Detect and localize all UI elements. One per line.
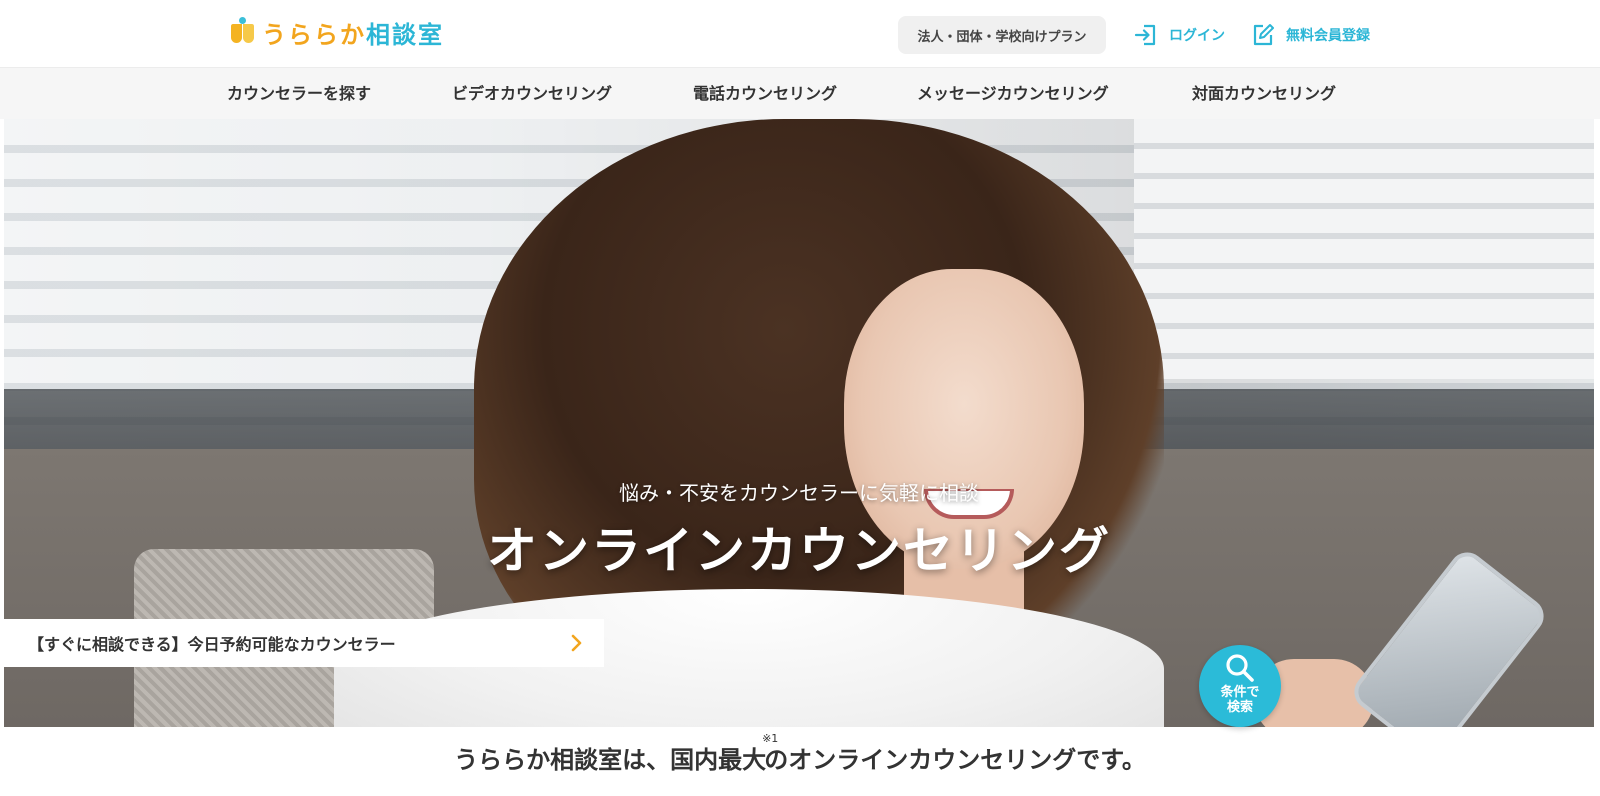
hero-tagline: 悩み・不安をカウンセラーに気軽に相談 [619, 481, 979, 505]
register-label: 無料会員登録 [1286, 28, 1370, 44]
site-header: うららか相談室 法人・団体・学校向けプラン ログイン 無料会員登録 [0, 0, 1600, 67]
edit-pencil-icon [1253, 24, 1274, 46]
logo-text: うららか相談室 [262, 20, 444, 49]
nav-item-in-person-counseling[interactable]: 対面カウンセリング [1192, 80, 1336, 104]
hero-window-right [1134, 119, 1594, 379]
intro-footnote-marker: ※1 [762, 732, 779, 745]
login-arrow-icon [1134, 24, 1156, 46]
condition-search-button[interactable]: 条件で 検索 [1199, 645, 1281, 727]
intro-text-after: のオンラインカウンセリングです。 [764, 746, 1146, 774]
nav-item-video-counseling[interactable]: ビデオカウンセリング [452, 80, 612, 104]
login-link[interactable]: ログイン [1133, 20, 1225, 50]
logo-book-icon [230, 17, 256, 47]
today-available-label: 【すぐに相談できる】今日予約可能なカウンセラー [28, 635, 396, 654]
main-nav: カウンセラーを探す ビデオカウンセリング 電話カウンセリング メッセージカウンセ… [0, 67, 1600, 119]
chevron-right-icon [571, 634, 582, 652]
search-fab-label-1: 条件で [1220, 685, 1260, 700]
corporate-plan-button[interactable]: 法人・団体・学校向けプラン [898, 16, 1106, 54]
today-available-counselors-link[interactable]: 【すぐに相談できる】今日予約可能なカウンセラー [4, 619, 604, 667]
register-link[interactable]: 無料会員登録 [1250, 20, 1370, 50]
login-label: ログイン [1169, 28, 1225, 44]
nav-item-find-counselor[interactable]: カウンセラーを探す [227, 80, 371, 104]
nav-item-phone-counseling[interactable]: 電話カウンセリング [693, 80, 837, 104]
site-logo[interactable]: うららか相談室 [230, 14, 444, 50]
hero-title: オンラインカウンセリング [487, 522, 1111, 580]
search-magnifier-icon [1226, 654, 1254, 682]
intro-text-before: うららか相談室は、国内最大 [454, 746, 767, 774]
search-fab-label-2: 検索 [1226, 700, 1253, 715]
intro-heading: うららか相談室は、国内最大※1のオンラインカウンセリングです。 [0, 732, 1600, 775]
nav-item-message-counseling[interactable]: メッセージカウンセリング [917, 80, 1109, 104]
